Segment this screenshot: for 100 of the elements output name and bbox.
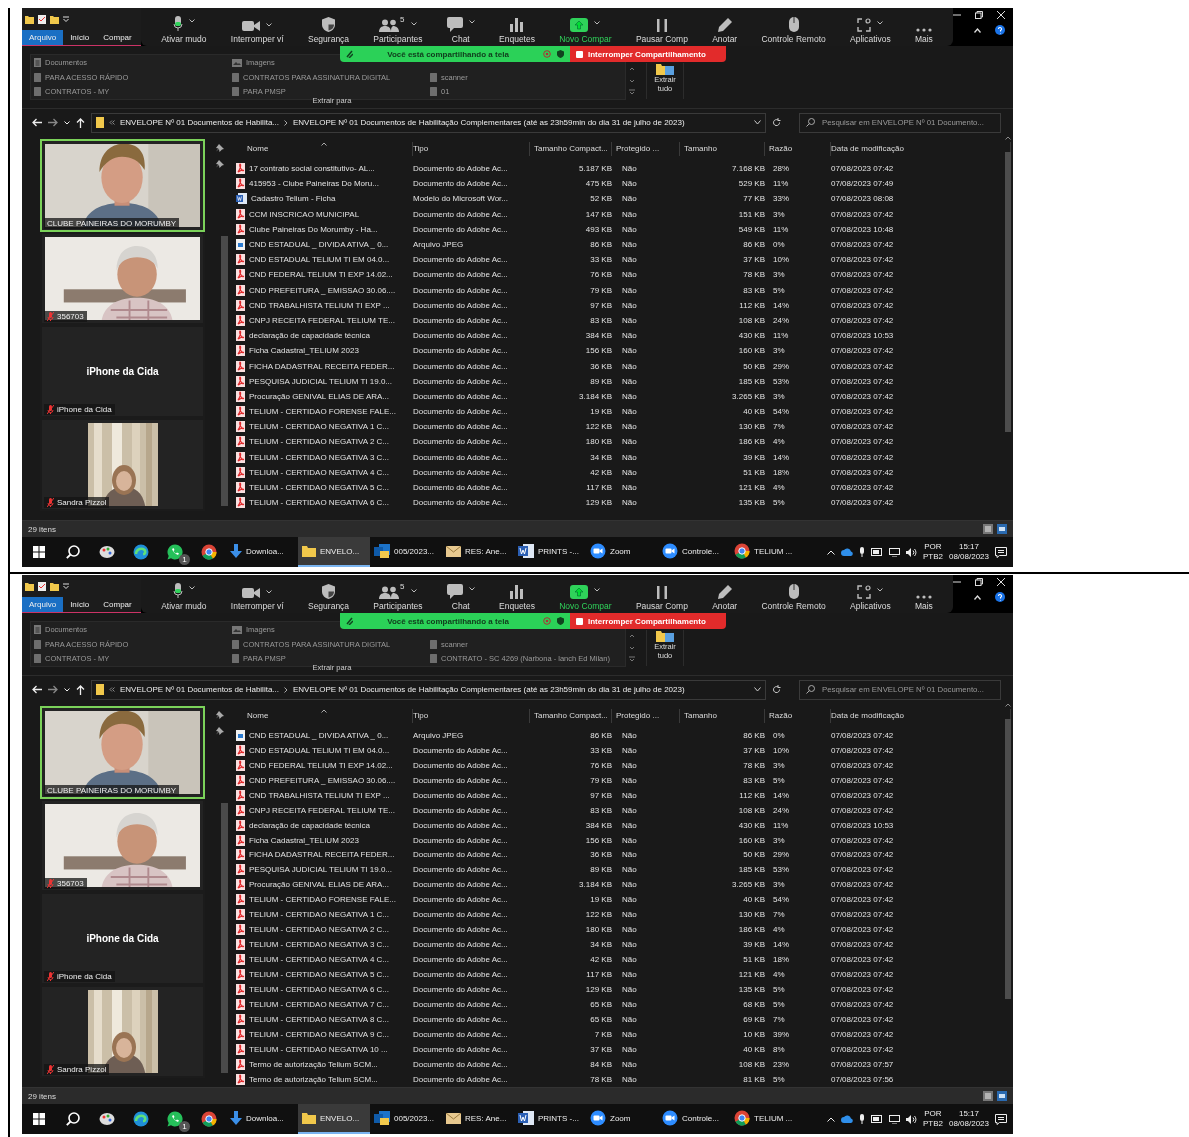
taskbar-window[interactable]: ENVELO... (298, 1104, 370, 1134)
taskbar-window[interactable]: PRINTS -... (514, 1104, 586, 1134)
breadcrumb[interactable]: ENVELOPE Nº 01 Documentos de Habilitação Complementares (até as 23h59min do dia 31 de julho de 2023) (293, 118, 685, 127)
taskbar-app[interactable]: 1 (158, 1104, 192, 1134)
file-name[interactable]: TELIUM - CERTIDAO NEGATIVA 8 C... (234, 1014, 413, 1026)
toolbar-button[interactable]: Enquetes (495, 8, 539, 46)
taskbar-app[interactable]: 1 (158, 537, 192, 567)
notification-icon[interactable] (995, 546, 1007, 558)
scrollbar-thumb[interactable] (221, 803, 228, 1073)
file-name[interactable]: Clube Paineiras Do Morumby - Ha... (234, 223, 413, 235)
toolbar-button[interactable]: Ativar mudo (157, 575, 211, 613)
file-name[interactable]: Termo de autorização Telium SCM... (234, 1074, 413, 1085)
file-name[interactable]: CNPJ RECEITA FEDERAL TELIUM TE... (234, 314, 413, 326)
network-icon[interactable] (888, 1114, 900, 1124)
file-name[interactable]: TELIUM - CERTIDAO NEGATIVA 10 ... (234, 1044, 413, 1056)
file-name[interactable]: CND FEDERAL TELIUM TI EXP 14.02... (234, 269, 413, 281)
taskbar-window[interactable]: TELIUM ... (730, 537, 802, 567)
taskbar-window[interactable]: Controle... (658, 537, 730, 567)
toolbar-button[interactable]: Aplicativos (846, 8, 895, 46)
microphone-icon[interactable] (858, 547, 865, 557)
forward-arrow-icon[interactable] (48, 685, 58, 694)
toolbar-button[interactable]: Segurança (303, 575, 354, 613)
column-header[interactable]: Tamanho (680, 142, 765, 156)
toolbar-button[interactable]: Segurança (303, 8, 354, 46)
stop-sharing-button[interactable]: Interromper Compartilhamento (570, 613, 726, 629)
thumbnail-view-icon[interactable] (997, 1091, 1007, 1101)
file-name[interactable]: PESQUISA JUDICIAL TELIUM TI 19.0... (234, 864, 413, 876)
ribbon-tab[interactable]: Compar (96, 30, 139, 45)
file-name[interactable]: TELIUM - CERTIDAO FORENSE FALE... (234, 406, 413, 418)
back-arrow-icon[interactable] (32, 685, 42, 694)
battery-icon[interactable] (870, 1115, 883, 1123)
up-arrow-icon[interactable] (76, 684, 85, 695)
stop-sharing-button[interactable]: Interromper Compartilhamento (570, 46, 726, 62)
ribbon-tab[interactable]: Início (63, 597, 97, 612)
file-name[interactable]: TELIUM - CERTIDAO NEGATIVA 4 C... (234, 466, 413, 478)
column-header[interactable]: Tamanho (680, 708, 765, 723)
file-name[interactable]: Termo de autorização Telium SCM... (234, 1059, 413, 1071)
file-name[interactable]: FICHA DADASTRAL RECEITA FEDER... (234, 360, 413, 372)
file-name[interactable]: CND PREFEITURA _ EMISSAO 30.06.... (234, 284, 413, 296)
file-name[interactable]: CND TRABALHISTA TELIUM TI EXP ... (234, 789, 413, 801)
file-name[interactable]: CND ESTADUAL TELIUM TI EM 04.0... (234, 254, 413, 266)
gallery-scroll-icon[interactable] (628, 66, 636, 96)
file-name[interactable]: TELIUM - CERTIDAO NEGATIVA 1 C... (234, 421, 413, 433)
toolbar-button[interactable]: Interromper ví (226, 8, 288, 46)
file-name[interactable]: CND FEDERAL TELIUM TI EXP 14.02... (234, 759, 413, 771)
toolbar-button[interactable]: Enquetes (495, 575, 539, 613)
scrollbar-thumb[interactable] (221, 236, 228, 506)
file-name[interactable]: CNPJ RECEITA FEDERAL TELIUM TE... (234, 804, 413, 816)
file-name[interactable]: FICHA DADASTRAL RECEITA FEDER... (234, 849, 413, 861)
chevron-up-icon[interactable] (826, 1116, 835, 1122)
breadcrumb[interactable]: ENVELOPE Nº 01 Documentos de Habilitação Complementares (até as 23h59min do dia 31 de julho de 2023) (293, 685, 685, 694)
toolbar-button[interactable]: Pausar Comp (631, 8, 692, 46)
column-header[interactable]: Nome (247, 142, 413, 156)
file-name[interactable]: TELIUM - CERTIDAO NEGATIVA 5 C... (234, 969, 413, 981)
taskbar-window[interactable]: RES: Ane... (442, 1104, 514, 1134)
chevron-up-icon[interactable] (974, 594, 981, 600)
file-name[interactable]: Procuração GENIVAL ELIAS DE ARA... (234, 879, 413, 891)
toolbar-button[interactable]: Novo Compar (555, 8, 616, 46)
ribbon-tab[interactable]: Arquivo (22, 30, 64, 45)
toolbar-button[interactable]: Pausar Comp (631, 575, 692, 613)
file-name[interactable]: TELIUM - CERTIDAO NEGATIVA 6 C... (234, 984, 413, 996)
file-name[interactable]: PESQUISA JUDICIAL TELIUM TI 19.0... (234, 375, 413, 387)
caret-icon[interactable] (754, 120, 761, 125)
up-arrow-icon[interactable] (76, 117, 85, 128)
file-name[interactable]: Procuração GENIVAL ELIAS DE ARA... (234, 390, 413, 402)
toolbar-button[interactable]: Interromper ví (226, 575, 288, 613)
refresh-icon[interactable] (772, 685, 781, 694)
toolbar-button[interactable]: Controle Remoto (757, 575, 830, 613)
column-header[interactable]: Protegido ... (612, 142, 680, 156)
file-name[interactable]: Ficha Cadastral_TELIUM 2023 (234, 345, 413, 357)
minimize-icon[interactable] (953, 578, 961, 586)
taskbar-window[interactable]: TELIUM ... (730, 1104, 802, 1134)
speaker-icon[interactable] (905, 1114, 917, 1124)
column-header[interactable]: Nome (247, 708, 413, 723)
toolbar-button[interactable]: Mais (910, 575, 937, 613)
dropdown-icon[interactable] (63, 16, 69, 22)
speaker-icon[interactable] (905, 547, 917, 557)
microphone-icon[interactable] (858, 1114, 865, 1124)
file-name[interactable]: TELIUM - CERTIDAO NEGATIVA 3 C... (234, 451, 413, 463)
file-name[interactable]: TELIUM - CERTIDAO NEGATIVA 9 C... (234, 1029, 413, 1041)
scrollbar-thumb[interactable] (1005, 719, 1011, 999)
scroll-up-icon[interactable] (1005, 703, 1011, 707)
file-name[interactable]: CND PREFEITURA _ EMISSAO 30.06.... (234, 774, 413, 786)
file-name[interactable]: Ficha Cadastral_TELIUM 2023 (234, 834, 413, 846)
file-name[interactable]: CND ESTADUAL TELIUM TI EM 04.0... (234, 744, 413, 756)
ribbon-tab[interactable]: Início (63, 30, 97, 45)
taskbar-window[interactable]: Controle... (658, 1104, 730, 1134)
file-name[interactable]: CND ESTADUAL _ DIVIDA ATIVA _ 0... (234, 729, 413, 741)
column-header[interactable]: Tamanho Compact... (530, 142, 612, 156)
file-name[interactable]: 415953 - Clube Paineiras Do Moru... (234, 178, 413, 190)
restore-icon[interactable] (975, 578, 983, 586)
file-name[interactable]: TELIUM - CERTIDAO NEGATIVA 3 C... (234, 939, 413, 951)
help-icon[interactable] (995, 25, 1005, 35)
file-name[interactable]: Cadastro Telium - Ficha (234, 193, 413, 205)
ribbon-tab[interactable]: Compar (96, 597, 139, 612)
back-arrow-icon[interactable] (32, 118, 42, 127)
breadcrumb[interactable]: ENVELOPE Nº 01 Documentos de Habilita... (120, 118, 279, 127)
taskbar-window[interactable]: PRINTS -... (514, 537, 586, 567)
file-name[interactable]: TELIUM - CERTIDAO NEGATIVA 5 C... (234, 482, 413, 494)
column-header[interactable]: Razão (765, 708, 831, 723)
